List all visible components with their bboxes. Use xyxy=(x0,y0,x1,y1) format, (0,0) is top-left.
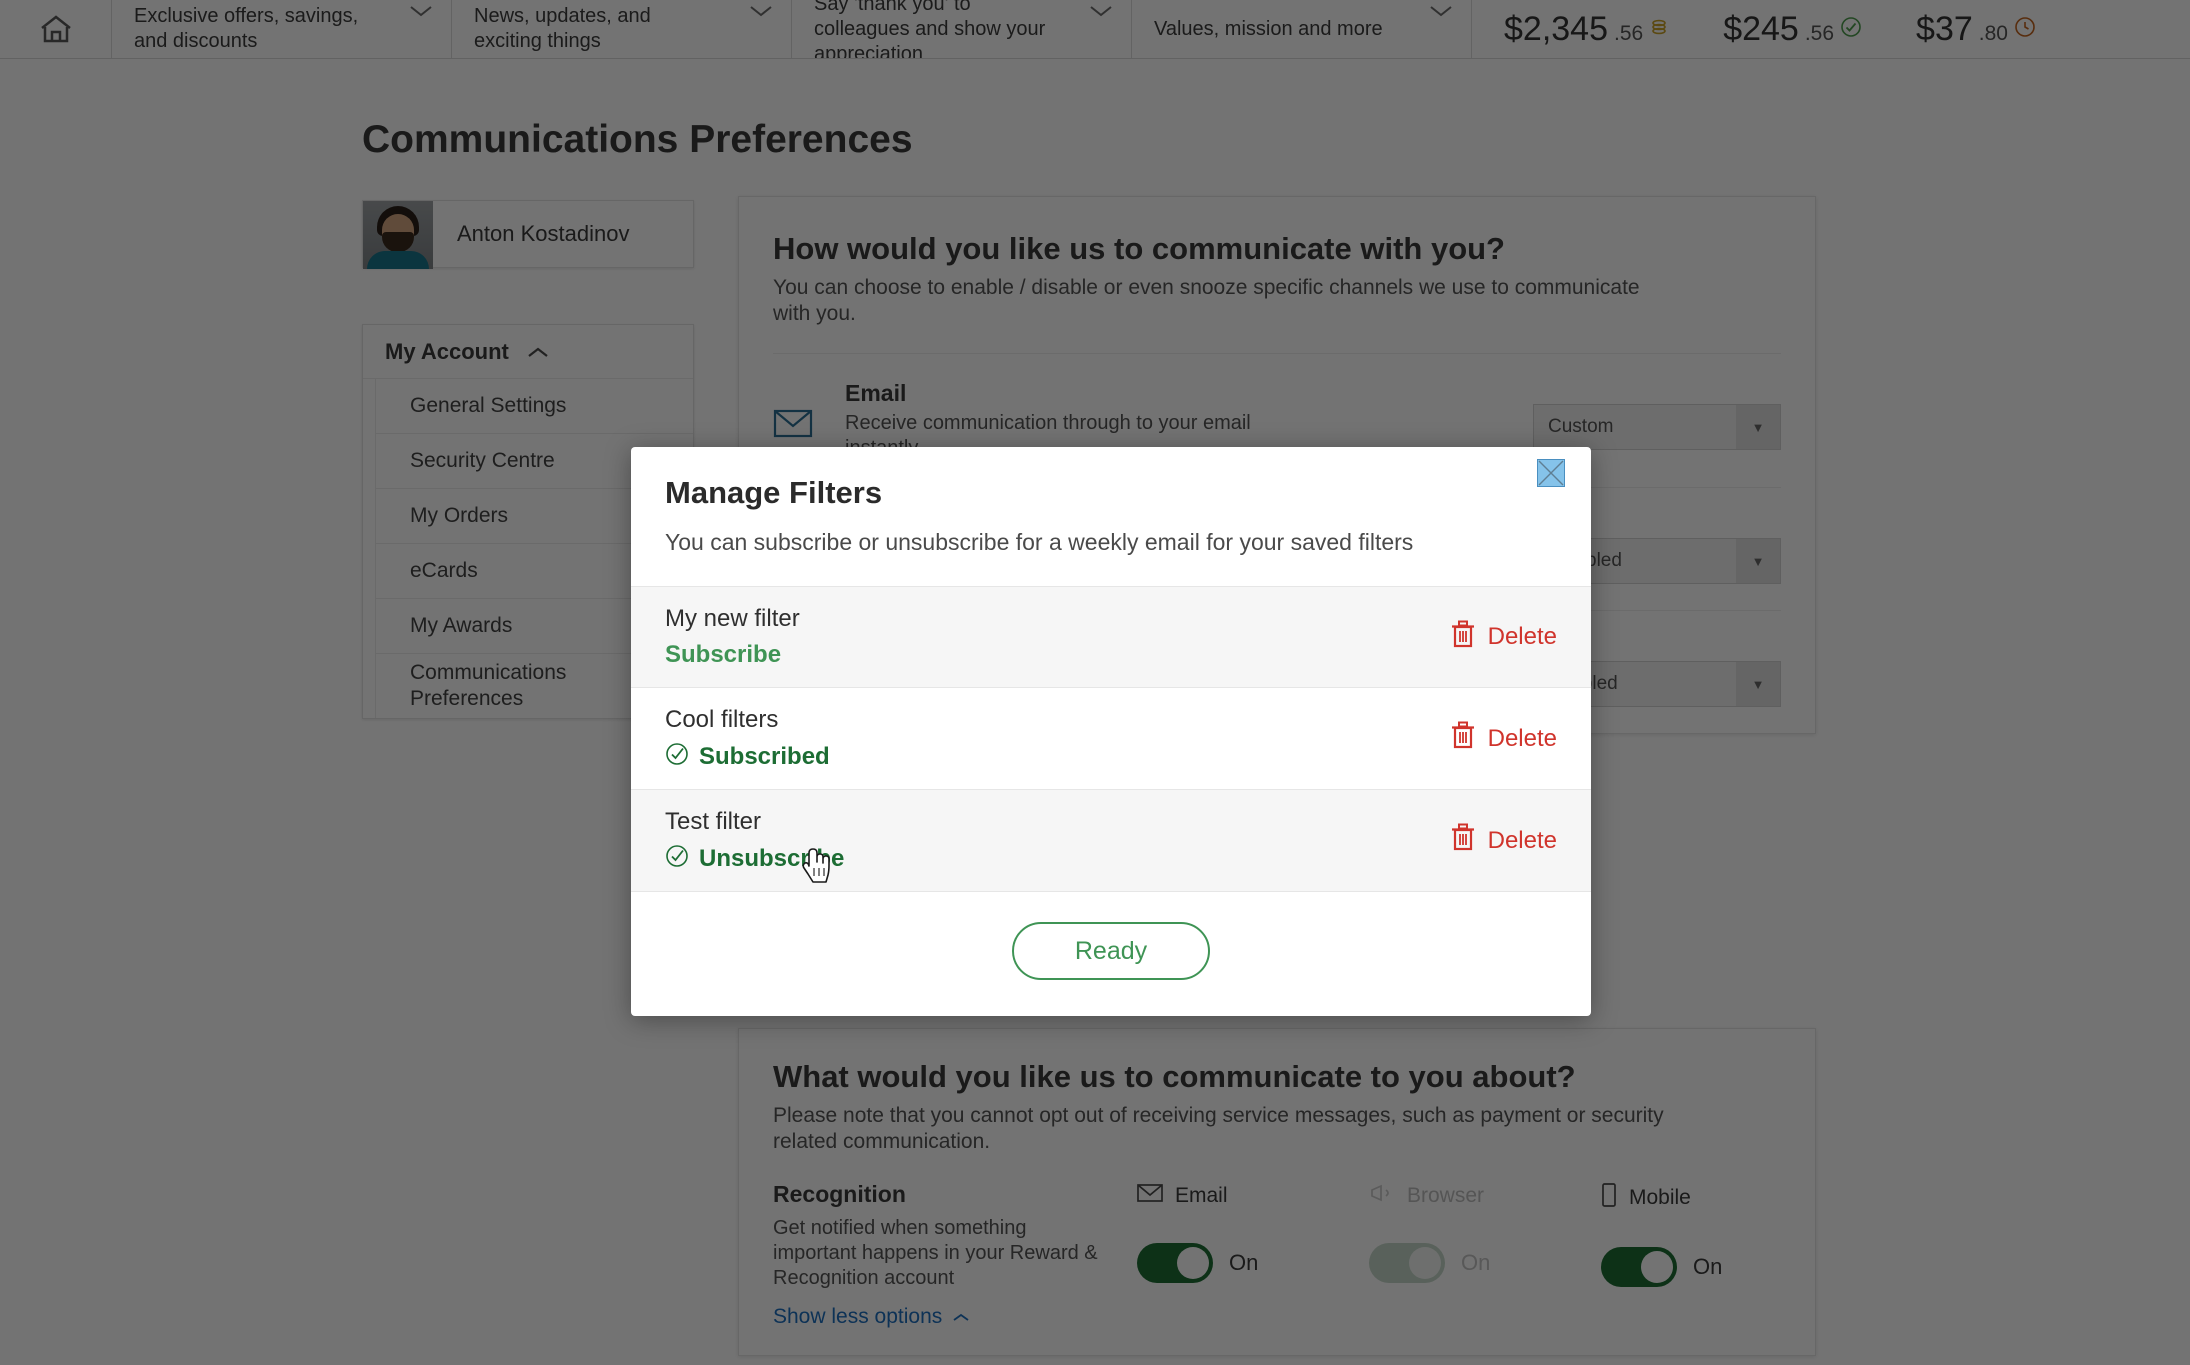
trash-icon xyxy=(1450,620,1476,655)
dialog-header: Manage Filters You can subscribe or unsu… xyxy=(631,447,1591,586)
delete-label: Delete xyxy=(1487,724,1557,752)
trash-icon xyxy=(1450,721,1476,756)
filter-status-label: Subscribe xyxy=(665,641,782,668)
filter-subscription-toggle[interactable]: Subscribed xyxy=(665,742,1450,771)
delete-label: Delete xyxy=(1487,826,1557,854)
trash-icon xyxy=(1450,823,1476,858)
dialog-title: Manage Filters xyxy=(665,475,883,510)
delete-filter-button[interactable]: Delete xyxy=(1450,721,1557,756)
check-circle-icon xyxy=(665,844,689,873)
filter-name: Test filter xyxy=(665,808,762,835)
dialog-subtitle: You can subscribe or unsubscribe for a w… xyxy=(665,529,1414,555)
close-icon[interactable] xyxy=(1537,459,1565,487)
dialog-footer: Ready xyxy=(631,891,1591,1016)
filter-status-label: Subscribed xyxy=(699,742,830,770)
delete-label: Delete xyxy=(1487,623,1557,650)
filter-status-label: Unsubscribe xyxy=(699,844,845,872)
ready-button[interactable]: Ready xyxy=(1012,922,1210,980)
manage-filters-dialog: Manage Filters You can subscribe or unsu… xyxy=(631,447,1591,1016)
filter-row: My new filter Subscribe Delete xyxy=(631,586,1591,687)
filter-name: Cool filters xyxy=(665,706,779,733)
filter-subscription-toggle[interactable]: Subscribe xyxy=(665,641,1450,669)
filter-row: Cool filters Subscribed Delete xyxy=(631,687,1591,789)
filter-name: My new filter xyxy=(665,605,800,632)
filter-subscription-toggle[interactable]: Unsubscribe xyxy=(665,844,1450,873)
filter-row: Test filter Unsubscribe Delete xyxy=(631,789,1591,891)
delete-filter-button[interactable]: Delete xyxy=(1450,620,1557,655)
check-circle-icon xyxy=(665,742,689,771)
delete-filter-button[interactable]: Delete xyxy=(1450,823,1557,858)
